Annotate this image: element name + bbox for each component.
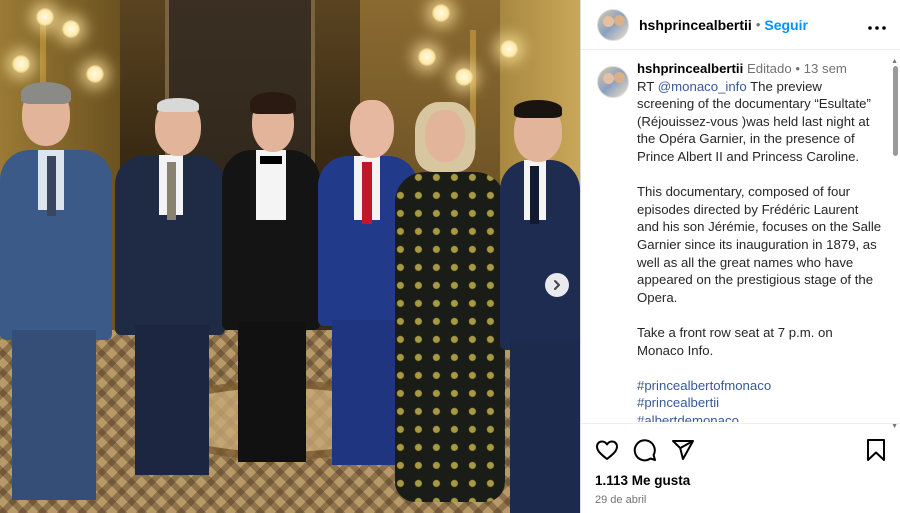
action-row: [595, 436, 887, 464]
mention-link[interactable]: @monaco_info: [658, 79, 747, 94]
rt-prefix: RT: [637, 78, 655, 94]
caption-separator: •: [795, 61, 800, 76]
chandelier-stem: [40, 20, 46, 90]
hashtag-link[interactable]: #princealbertofmonaco: [637, 377, 882, 395]
scroll-thumb[interactable]: [893, 66, 898, 156]
caption-username[interactable]: hshprincealbertii: [637, 61, 743, 76]
lamp-light: [418, 48, 436, 66]
lamp-light: [500, 40, 518, 58]
lamp-light: [62, 20, 80, 38]
chevron-right-icon: [554, 280, 560, 290]
caption-paragraph-3: Take a front row seat at 7 p.m. on Monac…: [637, 324, 833, 358]
header-separator: •: [755, 17, 761, 32]
lamp-light: [12, 55, 30, 73]
lamp-light: [432, 4, 450, 22]
post-actions: 1.113 Me gusta 29 de abril: [581, 423, 900, 506]
share-button[interactable]: [671, 438, 695, 462]
post-date[interactable]: 29 de abril: [595, 494, 887, 506]
post-sidebar: hshprincealbertii • Seguir hshprincealbe…: [580, 0, 900, 513]
carousel-next-button[interactable]: [545, 273, 569, 297]
caption-text: hshprincealbertii Editado • 13 sem RT @m…: [637, 60, 882, 422]
send-icon: [672, 440, 694, 460]
hashtag-link[interactable]: #albertdemonaco: [637, 412, 882, 422]
bookmark-icon: [867, 439, 885, 461]
comment-icon: [633, 439, 656, 462]
heart-icon: [596, 440, 618, 460]
header-username[interactable]: hshprincealbertii: [639, 17, 752, 33]
avatar[interactable]: [597, 66, 629, 98]
comment-button[interactable]: [633, 438, 657, 462]
scroll-up-icon[interactable]: ▲: [891, 58, 898, 65]
hashtag-link[interactable]: #princealbertii: [637, 394, 882, 412]
caption-paragraph-2: This documentary, composed of four episo…: [637, 184, 882, 305]
caption-comment: hshprincealbertii Editado • 13 sem RT @m…: [597, 60, 890, 422]
lamp-light: [455, 68, 473, 86]
post-photo[interactable]: [0, 0, 580, 513]
lamp-light: [36, 8, 54, 26]
lamp-light: [86, 65, 104, 83]
save-button[interactable]: [865, 438, 887, 462]
more-horizontal-icon: [868, 26, 886, 30]
caption-scroll-area[interactable]: hshprincealbertii Editado • 13 sem RT @m…: [597, 60, 890, 422]
caption-scrollbar[interactable]: ▲ ▼: [891, 58, 898, 430]
edited-label: Editado: [746, 61, 792, 76]
post-header: hshprincealbertii • Seguir: [581, 0, 900, 50]
more-options-button[interactable]: [868, 19, 886, 30]
like-count[interactable]: 1.113 Me gusta: [595, 473, 887, 488]
post-age: 13 sem: [803, 61, 847, 76]
like-button[interactable]: [595, 438, 619, 462]
follow-button[interactable]: Seguir: [764, 17, 808, 33]
avatar[interactable]: [597, 8, 629, 41]
